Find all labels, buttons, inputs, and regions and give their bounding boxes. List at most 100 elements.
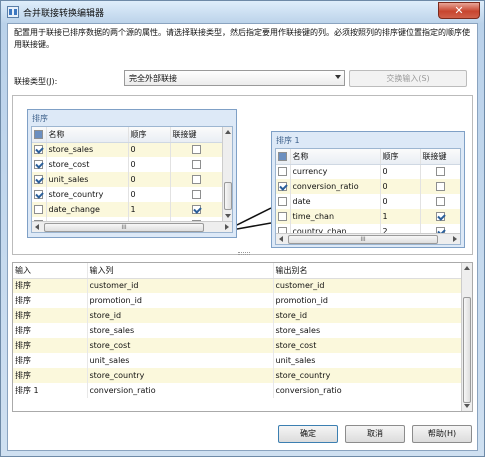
- join-key-checkbox[interactable]: [191, 190, 201, 199]
- sort-order: 0: [380, 194, 421, 209]
- help-label: 帮助(H): [427, 429, 457, 438]
- output-alias-cell[interactable]: promotion_id: [273, 293, 462, 308]
- input-cell: 排序: [13, 353, 88, 368]
- input-cell: 排序: [13, 338, 88, 353]
- column-checkbox[interactable]: [278, 167, 287, 177]
- column-checkbox[interactable]: [34, 190, 43, 199]
- ok-button[interactable]: 确定: [278, 425, 338, 443]
- scroll-down-icon[interactable]: [225, 214, 231, 218]
- input-column-cell[interactable]: unit_sales: [87, 353, 274, 368]
- input-column-cell[interactable]: customer_id: [87, 278, 274, 293]
- table-row[interactable]: 排序 promotion_id promotion_id: [13, 293, 462, 308]
- join-key-checkbox[interactable]: [435, 197, 445, 206]
- column-name: store_cost: [46, 157, 129, 172]
- output-vertical-scrollbar[interactable]: [461, 263, 472, 411]
- join-key-checkbox[interactable]: [435, 167, 445, 177]
- right-row-time-chan[interactable]: time_chan 1: [276, 209, 460, 224]
- output-alias-cell[interactable]: store_cost: [273, 338, 462, 353]
- column-checkbox[interactable]: [34, 205, 43, 214]
- right-horizontal-scrollbar[interactable]: III: [276, 233, 460, 244]
- input-column-cell[interactable]: conversion_ratio: [87, 383, 274, 398]
- column-checkbox[interactable]: [34, 145, 43, 155]
- right-row-date[interactable]: date 0: [276, 194, 460, 209]
- join-key-checkbox[interactable]: [191, 145, 201, 155]
- output-alias-cell[interactable]: customer_id: [273, 278, 462, 293]
- table-row[interactable]: 排序 1 conversion_ratio conversion_ratio: [13, 383, 462, 398]
- input-column-cell[interactable]: store_sales: [87, 323, 274, 338]
- table-row[interactable]: 排序 store_id store_id: [13, 308, 462, 323]
- thumb-grip: III: [121, 224, 127, 231]
- dialog-body: 配置用于联接已排序数据的两个源的属性。请选择联接类型，然后指定要用作联接键的列。…: [7, 23, 478, 451]
- input-column-cell[interactable]: promotion_id: [87, 293, 274, 308]
- column-checkbox[interactable]: [34, 175, 43, 184]
- column-checkbox[interactable]: [34, 160, 43, 169]
- sort-order: 0: [380, 164, 421, 179]
- table-row[interactable]: 排序 store_country store_country: [13, 368, 462, 383]
- left-input-panel[interactable]: 排序 名称 顺序 联接键 store_sales 0 store_cost 0 …: [27, 109, 237, 238]
- output-alias-cell[interactable]: store_sales: [273, 323, 462, 338]
- description-text: 配置用于联接已排序数据的两个源的属性。请选择联接类型，然后指定要用作联接键的列。…: [14, 28, 470, 49]
- column-name: currency: [290, 164, 381, 179]
- splitter-grip[interactable]: [238, 252, 250, 255]
- left-vertical-scrollbar[interactable]: [222, 127, 232, 221]
- scroll-right-icon[interactable]: [453, 236, 457, 242]
- join-key-checkbox[interactable]: [191, 205, 201, 214]
- join-key-checkbox[interactable]: [191, 175, 201, 184]
- input-column-cell[interactable]: store_cost: [87, 338, 274, 353]
- table-row[interactable]: 排序 customer_id customer_id: [13, 278, 462, 293]
- join-key-checkbox[interactable]: [191, 160, 201, 169]
- left-horizontal-scrollbar[interactable]: III: [32, 221, 232, 232]
- app-icon: [7, 6, 19, 18]
- scroll-left-icon[interactable]: [279, 236, 283, 242]
- column-checkbox[interactable]: [278, 212, 287, 221]
- right-row-currency[interactable]: currency 0: [276, 164, 460, 179]
- output-alias-cell[interactable]: store_id: [273, 308, 462, 323]
- output-alias-cell[interactable]: conversion_ratio: [273, 383, 462, 398]
- select-all-checkbox[interactable]: [278, 151, 287, 161]
- input-column-cell[interactable]: store_country: [87, 368, 274, 383]
- scroll-up-icon[interactable]: [464, 266, 470, 270]
- column-name: time_chan: [290, 209, 381, 224]
- scroll-up-icon[interactable]: [225, 130, 231, 134]
- left-row-date-change[interactable]: date_change 1: [32, 202, 223, 217]
- sort-order: 0: [380, 179, 421, 194]
- left-row-store-cost[interactable]: store_cost 0: [32, 157, 223, 172]
- table-row[interactable]: 排序 unit_sales unit_sales: [13, 353, 462, 368]
- cancel-label: 取消: [367, 429, 383, 438]
- join-key-checkbox[interactable]: [435, 182, 445, 191]
- column-header-order: 顺序: [380, 149, 421, 165]
- help-button[interactable]: 帮助(H): [412, 425, 472, 443]
- sort-order: 1: [128, 202, 171, 217]
- join-key-checkbox[interactable]: [435, 212, 445, 221]
- scroll-right-icon[interactable]: [225, 224, 229, 230]
- column-checkbox[interactable]: [278, 182, 287, 191]
- left-row-unit-sales[interactable]: unit_sales 0: [32, 172, 223, 187]
- left-row-store-country[interactable]: store_country 0: [32, 187, 223, 202]
- scroll-thumb[interactable]: III: [44, 223, 204, 232]
- scroll-left-icon[interactable]: [35, 224, 39, 230]
- input-column-cell[interactable]: store_id: [87, 308, 274, 323]
- merge-join-editor-window: 合并联接转换编辑器 ✕ 配置用于联接已排序数据的两个源的属性。请选择联接类型，然…: [0, 0, 485, 457]
- table-row[interactable]: 排序 store_sales store_sales: [13, 323, 462, 338]
- left-row-store-sales[interactable]: store_sales 0: [32, 142, 223, 157]
- scroll-thumb[interactable]: III: [288, 235, 438, 244]
- right-input-title: 排序 1: [276, 136, 300, 145]
- right-row-conversion-ratio[interactable]: conversion_ratio 0: [276, 179, 460, 194]
- table-row[interactable]: 排序 store_cost store_cost: [13, 338, 462, 353]
- right-input-panel[interactable]: 排序 1 名称 顺序 联接键 currency 0 conversion_rat…: [271, 131, 465, 248]
- cancel-button[interactable]: 取消: [345, 425, 405, 443]
- join-type-select[interactable]: 完全外部联接: [124, 70, 345, 86]
- scroll-down-icon[interactable]: [464, 404, 470, 408]
- join-type-value: 完全外部联接: [129, 74, 177, 83]
- column-checkbox[interactable]: [278, 197, 287, 206]
- close-button[interactable]: ✕: [438, 2, 480, 19]
- swap-inputs-button[interactable]: 交换输入(S): [349, 70, 467, 87]
- select-all-checkbox[interactable]: [34, 129, 43, 139]
- scroll-thumb[interactable]: [224, 182, 232, 210]
- column-header-output-alias: 输出别名: [273, 263, 462, 279]
- scroll-thumb[interactable]: [463, 297, 471, 403]
- output-alias-cell[interactable]: store_country: [273, 368, 462, 383]
- output-alias-cell[interactable]: unit_sales: [273, 353, 462, 368]
- sort-order: 0: [128, 142, 171, 157]
- output-columns-grid: 输入 输入列 输出别名 排序 customer_id customer_id 排序 p…: [12, 262, 473, 412]
